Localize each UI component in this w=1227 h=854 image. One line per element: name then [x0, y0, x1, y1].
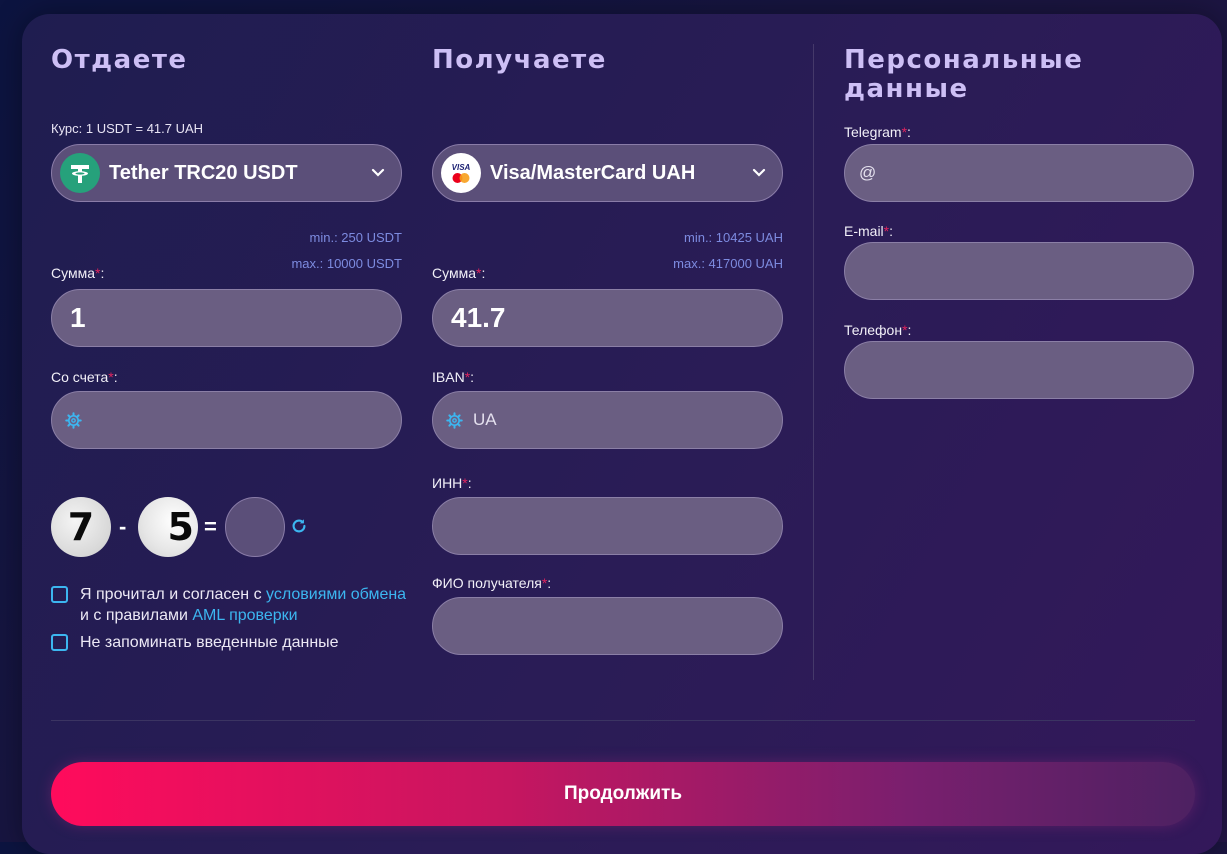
phone-label: Телефон*:	[844, 322, 912, 338]
tether-icon	[60, 153, 100, 193]
email-label: E-mail*:	[844, 223, 894, 239]
telegram-prefix: @	[859, 163, 877, 182]
personal-title: Персональные данные	[844, 45, 1084, 104]
inn-label: ИНН*:	[432, 475, 472, 491]
exchange-terms-link[interactable]: условиями обмена	[266, 586, 406, 603]
captcha-number-a: 7	[51, 497, 111, 557]
captcha-answer-input[interactable]	[225, 497, 285, 557]
receive-currency-select[interactable]: VISA Visa/MasterCard UAH	[432, 144, 783, 202]
give-amount-input[interactable]: 1	[51, 289, 402, 347]
remember-label: Не запоминать введенные данные	[80, 634, 339, 651]
exchange-form-card: Отдаете Курс: 1 USDT = 41.7 UAH Tether T…	[22, 14, 1222, 854]
continue-button[interactable]: Продолжить	[51, 762, 1195, 826]
give-amount-value: 1	[70, 302, 86, 333]
from-account-input[interactable]	[51, 391, 402, 449]
recipient-name-label: ФИО получателя*:	[432, 575, 552, 591]
captcha-number-b: 5	[138, 497, 198, 557]
email-input[interactable]	[844, 242, 1194, 300]
iban-label: IBAN*:	[432, 369, 475, 385]
gear-icon	[65, 411, 82, 429]
from-account-label: Со счета*:	[51, 369, 118, 385]
iban-value: UA	[473, 410, 497, 429]
iban-input[interactable]: UA	[432, 391, 783, 449]
chevron-down-icon	[371, 168, 385, 177]
recipient-name-input[interactable]	[432, 597, 783, 655]
give-currency-select[interactable]: Tether TRC20 USDT	[51, 144, 402, 202]
captcha-equals: =	[204, 514, 217, 539]
inn-input[interactable]	[432, 497, 783, 555]
receive-max-limit: max.: 417000 UAH	[673, 256, 783, 271]
svg-text:VISA: VISA	[452, 163, 471, 172]
telegram-label: Telegram*:	[844, 124, 911, 140]
receive-title: Получаете	[432, 45, 607, 75]
chevron-down-icon	[752, 168, 766, 177]
give-amount-label: Сумма*:	[51, 265, 105, 281]
remember-checkbox[interactable]	[51, 634, 68, 651]
receive-currency-label: Visa/MasterCard UAH	[490, 161, 696, 184]
phone-input[interactable]	[844, 341, 1194, 399]
give-title: Отдаете	[51, 45, 188, 75]
give-currency-label: Tether TRC20 USDT	[109, 161, 298, 184]
gear-icon	[446, 411, 463, 429]
agreement-text: Я прочитал и согласен с условиями обмена…	[80, 586, 407, 624]
refresh-icon[interactable]	[290, 517, 308, 535]
captcha-operator: -	[119, 514, 127, 539]
agreement-checkbox[interactable]	[51, 586, 68, 603]
give-min-limit: min.: 250 USDT	[309, 230, 402, 245]
receive-amount-label: Сумма*:	[432, 265, 486, 281]
form-divider	[51, 720, 1195, 721]
telegram-input[interactable]: @	[844, 144, 1194, 202]
receive-amount-input[interactable]: 41.7	[432, 289, 783, 347]
visa-mastercard-icon: VISA	[441, 153, 481, 193]
receive-amount-value: 41.7	[451, 302, 506, 333]
column-divider	[813, 44, 814, 680]
aml-link[interactable]: AML проверки	[192, 607, 297, 624]
receive-min-limit: min.: 10425 UAH	[684, 230, 783, 245]
give-max-limit: max.: 10000 USDT	[291, 256, 402, 271]
exchange-rate: Курс: 1 USDT = 41.7 UAH	[51, 121, 204, 136]
